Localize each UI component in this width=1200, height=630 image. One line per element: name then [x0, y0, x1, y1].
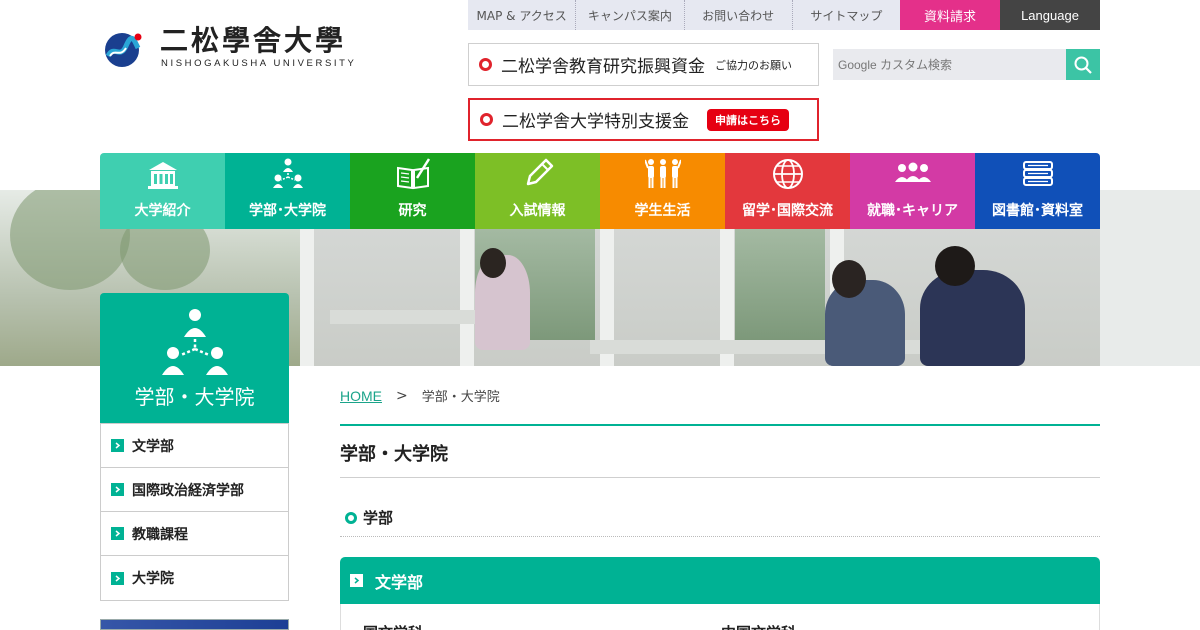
nav-student-life[interactable]: 学生生活	[600, 153, 725, 229]
chevron-right-icon	[111, 571, 124, 585]
sidebar-item-graduate-school[interactable]: 大学院	[101, 556, 288, 600]
faculty-card-title: 文学部	[375, 572, 424, 592]
donation-banner-title: 二松学舎教育研究振興資金	[501, 57, 705, 77]
sidebar-item-intl-politics[interactable]: 国際政治経済学部	[101, 468, 288, 512]
nav-careers-label: 就職･キャリア	[867, 203, 958, 219]
nav-student-life-label: 学生生活	[634, 203, 691, 219]
nav-about[interactable]: 大学紹介	[100, 153, 225, 229]
page-title: 学部・大学院	[340, 444, 448, 465]
breadcrumb-separator: >	[396, 387, 408, 404]
divider	[340, 477, 1100, 478]
search-button[interactable]	[1066, 49, 1100, 80]
organization-icon	[268, 154, 308, 194]
nav-international-label: 留学･国際交流	[742, 203, 833, 219]
nav-faculties[interactable]: 学部･大学院	[225, 153, 350, 229]
nav-international[interactable]: 留学･国際交流	[725, 153, 850, 229]
support-fund-banner[interactable]: 二松学舎大学特別支援金 申請はこちら	[468, 98, 819, 141]
sidebar-menu: 文学部 国際政治経済学部 教職課程 大学院	[100, 423, 289, 601]
globe-icon	[768, 154, 808, 194]
pencil-icon	[518, 154, 558, 194]
apply-button[interactable]: 申請はこちら	[707, 108, 789, 131]
chevron-right-icon	[350, 574, 363, 587]
building-icon	[143, 154, 183, 194]
breadcrumb-home-link[interactable]: HOME	[340, 388, 382, 404]
utility-nav: MAP & アクセス キャンパス案内 お問い合わせ サイトマップ	[468, 0, 900, 30]
ring-icon	[480, 113, 493, 126]
books-icon	[1018, 154, 1058, 194]
sidebar-header: 学部・大学院	[100, 293, 289, 423]
logo-subtitle: NISHOGAKUSHA UNIVERSITY	[161, 58, 357, 69]
sidebar-item-label: 国際政治経済学部	[132, 482, 244, 499]
language-button[interactable]: Language	[1000, 0, 1100, 30]
main-nav: 大学紹介 学部･大学院 研究 入試情報 学生生活 留学･国際交流 就職･キャリア…	[100, 153, 1100, 229]
donation-banner[interactable]: 二松学舎教育研究振興資金 ご協力のお願い	[468, 43, 819, 86]
faculty-card-body: 国文学科 中国文学科	[340, 604, 1100, 630]
logo-mark-icon	[105, 33, 142, 67]
util-link-campus[interactable]: キャンパス案内	[576, 0, 685, 30]
request-materials-button[interactable]: 資料請求	[900, 0, 1000, 30]
search-icon	[1074, 56, 1092, 74]
divider	[340, 424, 1100, 426]
ring-icon	[345, 511, 357, 524]
nav-admissions[interactable]: 入試情報	[475, 153, 600, 229]
sidebar-item-label: 文学部	[132, 438, 174, 455]
nav-faculties-label: 学部･大学院	[249, 203, 326, 219]
department-link-chinese[interactable]: 中国文学科	[721, 622, 796, 630]
util-link-contact[interactable]: お問い合わせ	[685, 0, 793, 30]
nav-research-label: 研究	[398, 203, 427, 219]
sidebar-item-literature[interactable]: 文学部	[101, 424, 288, 468]
department-link-japanese[interactable]: 国文学科	[363, 622, 423, 630]
divider	[340, 536, 1100, 537]
search-box	[833, 49, 1100, 80]
util-link-map[interactable]: MAP & アクセス	[468, 0, 577, 30]
chevron-right-icon	[111, 527, 124, 540]
university-logo[interactable]: 二松學舎大學 NISHOGAKUSHA UNIVERSITY	[100, 24, 370, 72]
breadcrumb: HOME > 学部・大学院	[340, 386, 500, 406]
breadcrumb-current: 学部・大学院	[421, 390, 500, 405]
book-pen-icon	[393, 154, 433, 194]
section-heading: 学部	[345, 507, 393, 528]
sidebar-title: 学部・大学院	[134, 385, 255, 409]
nav-about-label: 大学紹介	[134, 203, 191, 219]
nav-library-label: 図書館･資料室	[992, 203, 1083, 219]
donation-banner-sub: ご協力のお願い	[715, 58, 792, 72]
organization-icon	[161, 309, 228, 375]
nav-admissions-label: 入試情報	[509, 203, 566, 219]
chevron-right-icon	[111, 439, 124, 452]
nav-research[interactable]: 研究	[350, 153, 475, 229]
sidebar-banner-image[interactable]	[100, 619, 289, 630]
chevron-right-icon	[111, 483, 124, 496]
logo-title: 二松學舎大學	[160, 24, 347, 57]
sidebar-item-teacher-training[interactable]: 教職課程	[101, 512, 288, 556]
section-heading-label: 学部	[363, 509, 394, 527]
people-icon	[893, 154, 933, 194]
ring-icon	[479, 58, 492, 71]
sidebar-item-label: 教職課程	[132, 526, 188, 543]
students-icon	[643, 154, 683, 194]
sidebar-item-label: 大学院	[132, 571, 174, 587]
util-link-sitemap[interactable]: サイトマップ	[793, 0, 900, 30]
nav-careers[interactable]: 就職･キャリア	[850, 153, 975, 229]
nav-library[interactable]: 図書館･資料室	[975, 153, 1100, 229]
support-fund-title: 二松学舎大学特別支援金	[502, 112, 689, 132]
search-input[interactable]	[833, 49, 1066, 80]
faculty-card-header[interactable]: 文学部	[340, 557, 1100, 604]
